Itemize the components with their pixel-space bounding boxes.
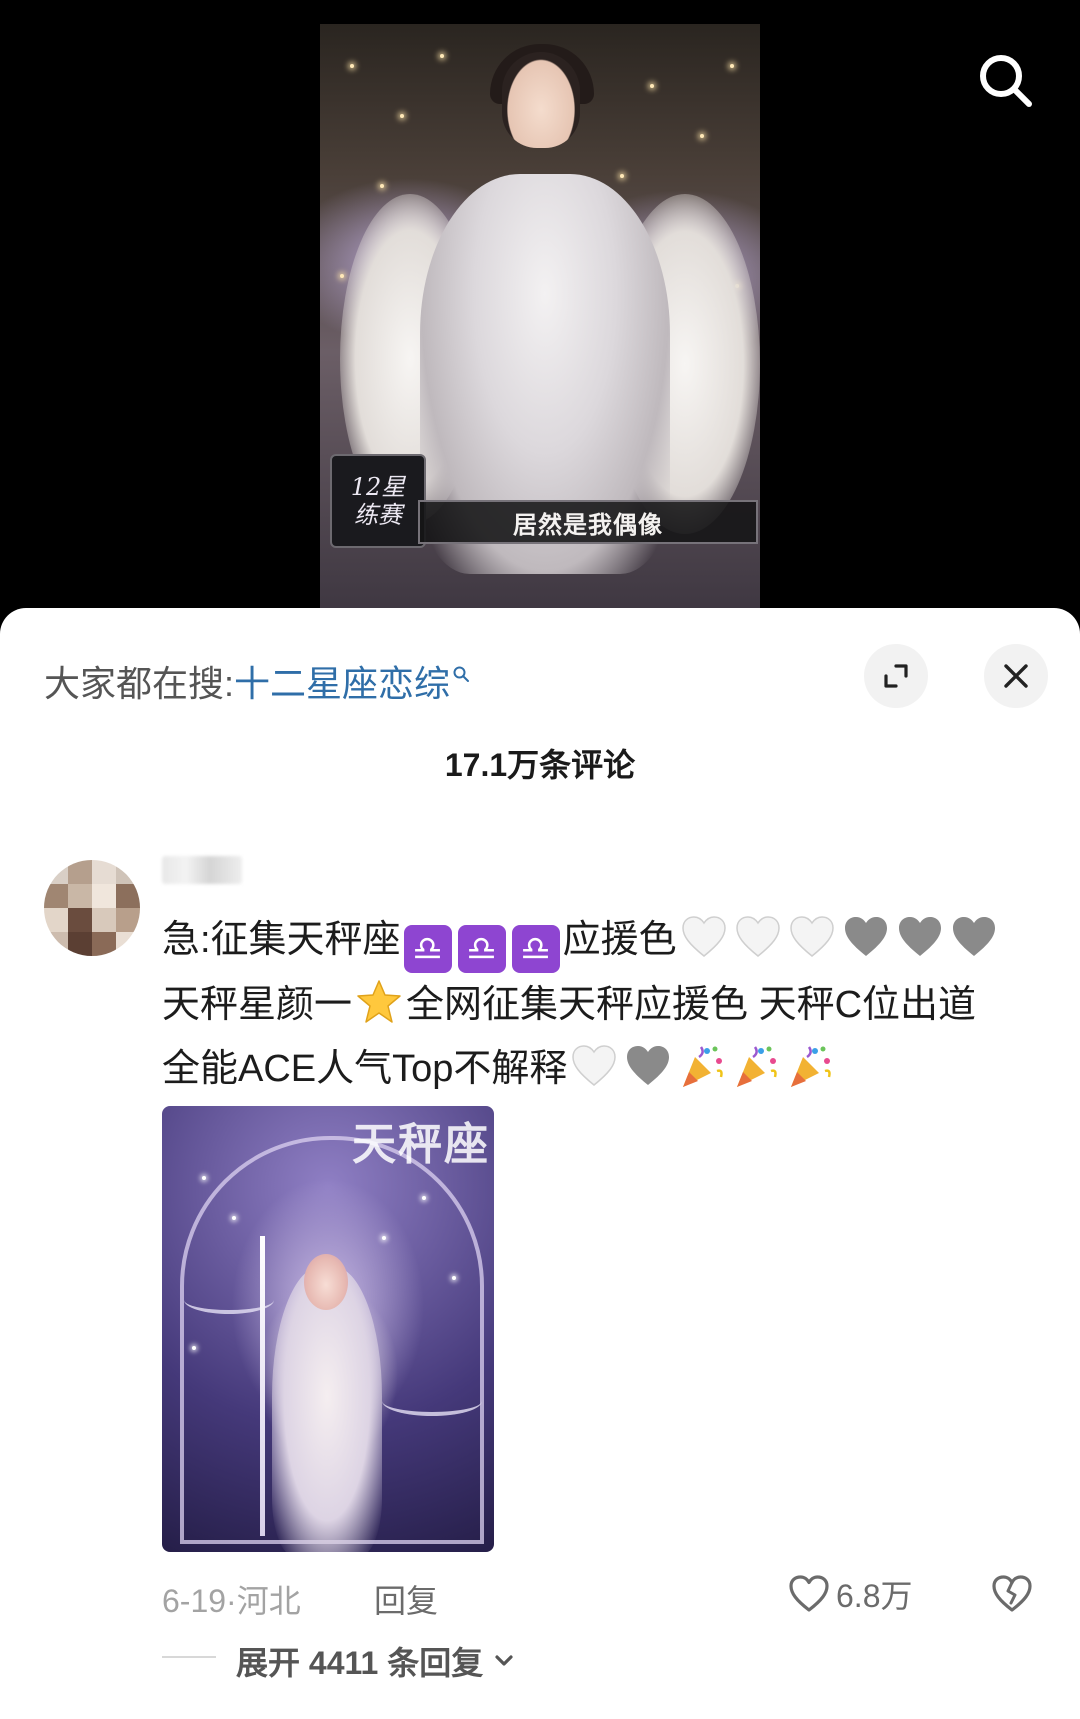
hot-search[interactable]: 大家都在搜:十二星座恋综	[44, 650, 470, 707]
close-icon	[1004, 664, 1028, 688]
party-popper-emoji	[731, 1041, 781, 1091]
chevron-down-icon	[495, 1655, 513, 1666]
comment-count: 17.1万条评论	[444, 747, 636, 783]
grey-heart-emoji	[841, 912, 891, 962]
comment-line-1-prefix: 急:征集天秤座	[162, 919, 401, 961]
like-button[interactable]: 6.8万	[788, 1572, 913, 1616]
image-scale-right	[382, 1386, 482, 1416]
expand-divider	[162, 1656, 216, 1658]
comment-text: 急:征集天秤座 ♎ ♎ ♎ 应援色 天秤星颜一 全网征集天秤应援色 天秤C位出道 全能AC…	[162, 908, 1042, 1101]
image-staff	[260, 1236, 265, 1536]
show-logo-text: 12星 练赛	[350, 473, 406, 529]
heart-outline-icon	[789, 1575, 829, 1612]
like-count: 6.8万	[836, 1578, 913, 1614]
comment-date: 6-19	[162, 1583, 227, 1619]
comment-line-2-a: 天秤星颜一	[162, 984, 353, 1026]
white-heart-emoji	[679, 912, 729, 962]
search-icon	[980, 55, 1032, 107]
comments-sheet: 大家都在搜:十二星座恋综 17.1万条评论 急:征集天秤座 ♎ ♎ ♎ 应援色 天秤星颜…	[0, 608, 1080, 1719]
comment-line-1: 急:征集天秤座 ♎ ♎ ♎ 应援色	[162, 908, 1042, 973]
white-heart-emoji	[569, 1041, 619, 1091]
comment-line-3: 全能ACE人气Top不解释	[162, 1037, 1042, 1101]
comment-line-1-suffix: 应援色	[562, 919, 677, 961]
show-logo: 12星 练赛	[330, 454, 426, 548]
white-heart-emoji	[733, 912, 783, 962]
image-title: 天秤座	[352, 1119, 490, 1170]
search-button[interactable]	[975, 50, 1035, 110]
image-face	[304, 1254, 348, 1310]
comment-meta: 6-19·河北	[162, 1583, 301, 1619]
grey-heart-emoji	[949, 912, 999, 962]
comment-image[interactable]: 天秤座	[162, 1106, 494, 1552]
video-frame[interactable]: 12星 练赛 居然是我偶像	[320, 24, 760, 620]
hot-search-label: 大家都在搜:	[44, 663, 235, 704]
expand-replies-label: 展开 4411 条回复	[236, 1645, 484, 1681]
figure-head	[502, 52, 580, 148]
grey-heart-emoji	[623, 1041, 673, 1091]
avatar[interactable]	[44, 860, 140, 956]
libra-emoji: ♎	[403, 925, 452, 973]
libra-emoji: ♎	[457, 925, 506, 973]
video-caption-text: 居然是我偶像	[513, 509, 663, 539]
broken-heart-icon	[992, 1575, 1032, 1612]
hot-search-keyword[interactable]: 十二星座恋综	[234, 663, 450, 704]
expand-icon	[884, 664, 908, 688]
comment-line-2: 天秤星颜一 全网征集天秤应援色 天秤C位出道	[162, 973, 1042, 1037]
star-emoji	[354, 977, 404, 1027]
libra-emoji: ♎	[511, 925, 560, 973]
party-popper-emoji	[785, 1041, 835, 1091]
party-popper-emoji	[677, 1041, 727, 1091]
video-caption: 居然是我偶像	[418, 500, 758, 544]
video-area[interactable]: 12星 练赛 居然是我偶像	[0, 0, 1080, 620]
keyword-search-icon	[452, 650, 470, 692]
reply-button[interactable]: 回复	[374, 1576, 438, 1622]
comment-line-2-b: 全网征集天秤应援色 天秤C位出道	[406, 984, 977, 1026]
expand-button[interactable]	[864, 644, 928, 708]
grey-heart-emoji	[895, 912, 945, 962]
comment-line-3-text: 全能ACE人气Top不解释	[162, 1048, 568, 1090]
username-blurred[interactable]	[162, 856, 242, 884]
white-heart-emoji	[787, 912, 837, 962]
close-button[interactable]	[984, 644, 1048, 708]
comment-location: 河北	[236, 1583, 301, 1619]
dislike-button[interactable]	[990, 1572, 1034, 1616]
expand-replies-button[interactable]: 展开 4411 条回复	[236, 1638, 517, 1684]
